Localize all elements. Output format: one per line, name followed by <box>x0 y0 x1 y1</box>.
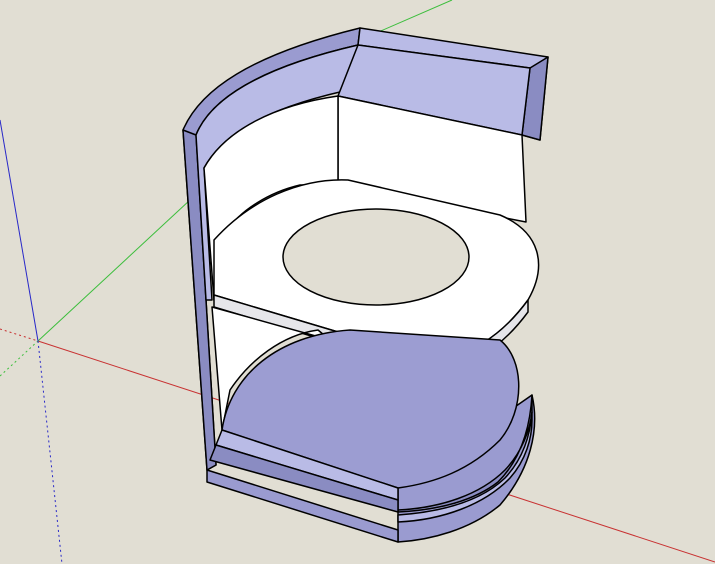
red-axis-line-hidden <box>0 328 39 342</box>
blue-axis-line <box>0 119 39 342</box>
blue-axis-line-hidden <box>37 340 63 564</box>
modeling-viewport[interactable] <box>0 0 715 564</box>
shelf-hole[interactable] <box>282 208 470 306</box>
model[interactable] <box>182 27 549 543</box>
3d-scene[interactable] <box>0 0 715 564</box>
green-axis-line-hidden <box>0 340 39 377</box>
green-axis-line <box>37 199 191 342</box>
